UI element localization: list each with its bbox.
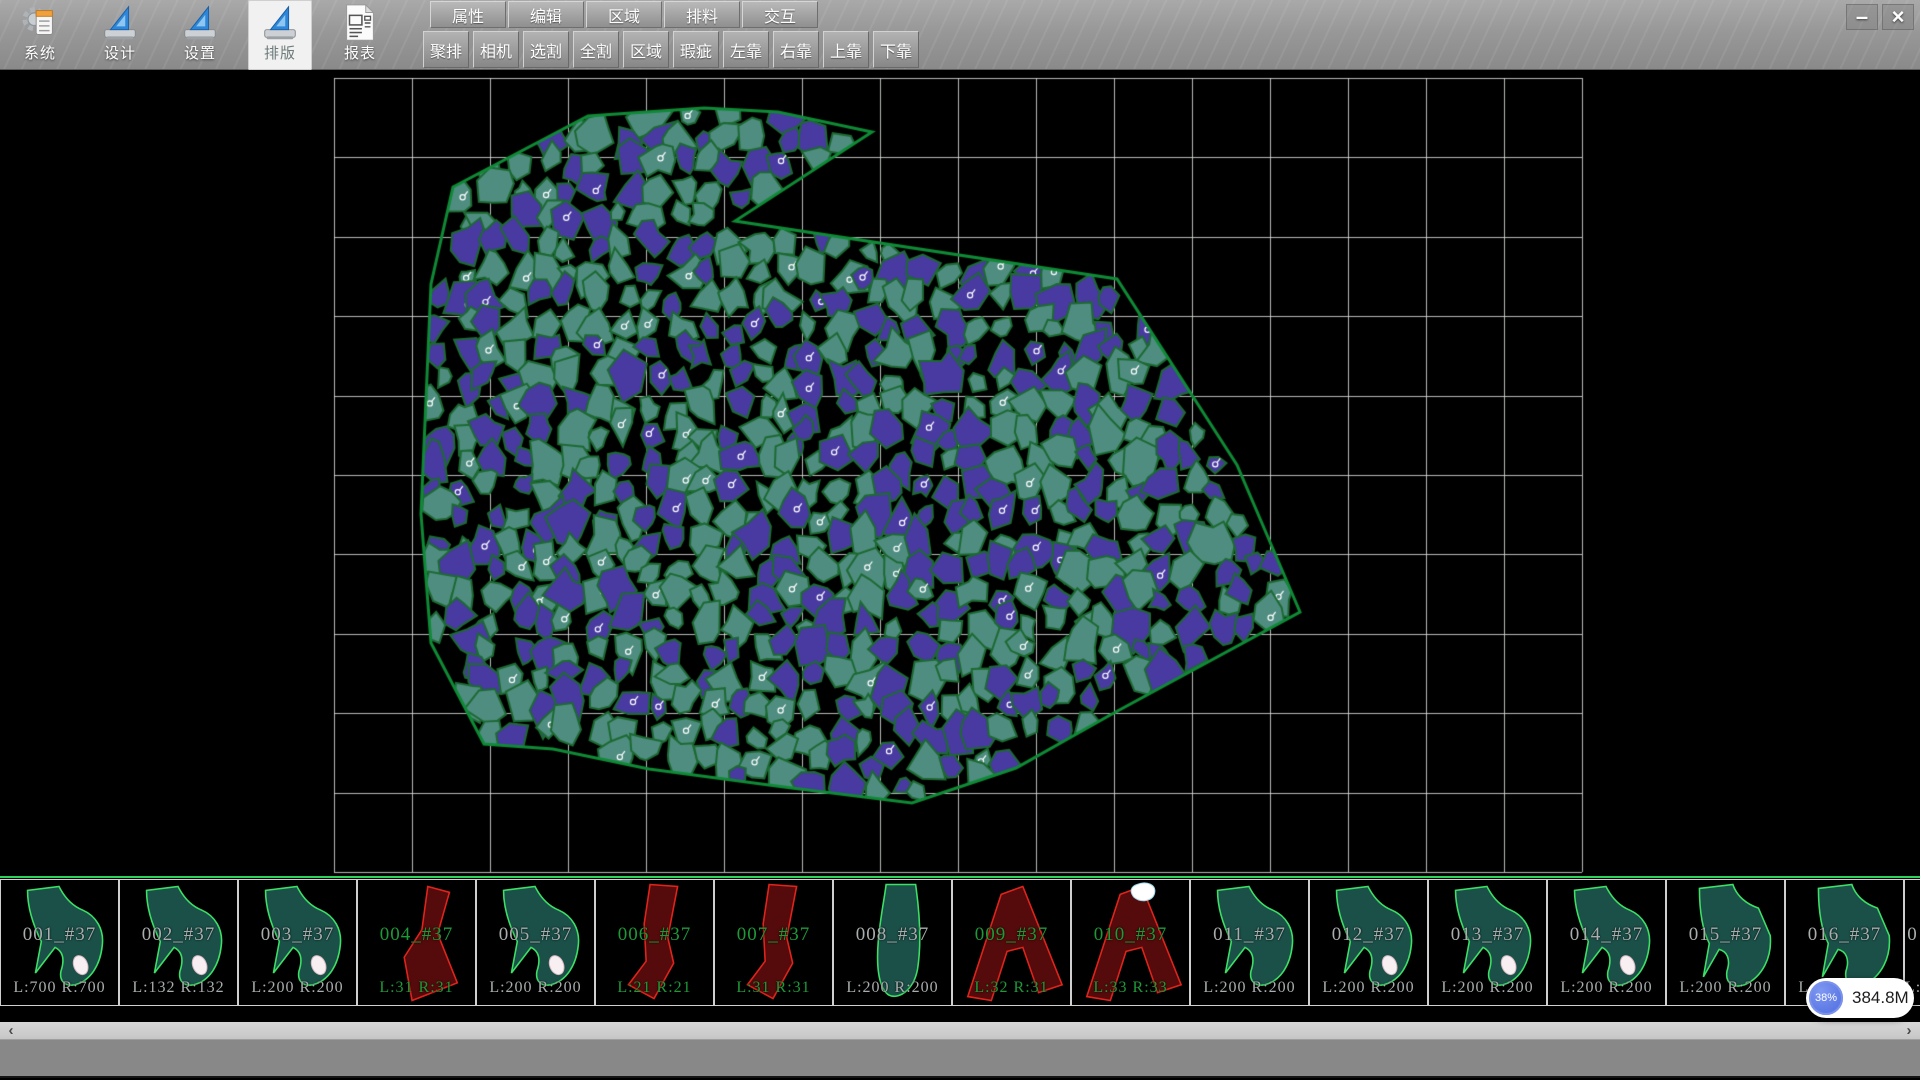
part-lr-label: L:32 R:31 bbox=[953, 979, 1070, 997]
memory-size-label: 384.8M bbox=[1852, 988, 1909, 1008]
part-lr-label: L:33 R:33 bbox=[1072, 979, 1189, 997]
main-tab-label: 报表 bbox=[344, 44, 376, 64]
memory-percent-indicator: 38% bbox=[1809, 981, 1843, 1015]
part-lr-label: L:200 R:200 bbox=[239, 979, 356, 997]
part-thumbnail-006_#37[interactable]: 006_#37 L:21 R:21 bbox=[595, 879, 714, 1006]
main-tabs: 系统 设计 设置 排版 报表 bbox=[8, 0, 408, 70]
main-tab-5[interactable]: 报表 bbox=[328, 0, 392, 70]
part-id-label: 009_#37 bbox=[953, 924, 1070, 946]
horizontal-scrollbar[interactable]: ‹ › bbox=[0, 1022, 1920, 1039]
part-lr-label: L:132 R:132 bbox=[120, 979, 237, 997]
tool-button-9[interactable]: 上靠 bbox=[823, 31, 869, 68]
tool-button-3[interactable]: 选割 bbox=[523, 31, 569, 68]
ruler-icon bbox=[259, 2, 301, 44]
part-lr-label: L:200 R:200 bbox=[1548, 979, 1665, 997]
part-id-label: 005_#37 bbox=[477, 924, 594, 946]
tool-button-2[interactable]: 相机 bbox=[473, 31, 519, 68]
main-tab-2[interactable]: 设计 bbox=[88, 0, 152, 70]
part-id-label: 013_#37 bbox=[1429, 924, 1546, 946]
part-thumbnail-013_#37[interactable]: 013_#37 L:200 R:200 bbox=[1428, 879, 1547, 1006]
close-button[interactable]: × bbox=[1882, 4, 1914, 30]
menu-item-4[interactable]: 排料 bbox=[664, 1, 740, 28]
part-id-label: 004_#37 bbox=[358, 924, 475, 946]
part-lr-label: L:200 R:200 bbox=[477, 979, 594, 997]
ruler-icon bbox=[179, 2, 221, 44]
part-lr-label: L:200 R:200 bbox=[1191, 979, 1308, 997]
part-thumbnail-004_#37[interactable]: 004_#37 L:31 R:31 bbox=[357, 879, 476, 1006]
part-lr-label: L:200 R:200 bbox=[1310, 979, 1427, 997]
tool-button-10[interactable]: 下靠 bbox=[873, 31, 919, 68]
gear-icon bbox=[19, 2, 61, 44]
part-id-label: 006_#37 bbox=[596, 924, 713, 946]
part-thumbnail-010_#37[interactable]: 010_#37 L:33 R:33 bbox=[1071, 879, 1190, 1006]
part-id-label: 011_#37 bbox=[1191, 924, 1308, 946]
report-icon bbox=[339, 2, 381, 44]
part-lr-label: L:700 R:700 bbox=[1, 979, 118, 997]
part-lr-label: L:200 R:200 bbox=[834, 979, 951, 997]
part-id-label: 003_#37 bbox=[239, 924, 356, 946]
nesting-canvas[interactable] bbox=[0, 70, 1920, 876]
tool-button-4[interactable]: 全割 bbox=[573, 31, 619, 68]
main-tab-label: 设计 bbox=[104, 44, 136, 64]
main-tab-4[interactable]: 排版 bbox=[248, 0, 312, 70]
part-lr-label: L:31 R:31 bbox=[358, 979, 475, 997]
tool-bar: 聚排相机选割全割区域瑕疵左靠右靠上靠下靠 bbox=[423, 31, 923, 68]
menu-item-3[interactable]: 区域 bbox=[586, 1, 662, 28]
tool-button-7[interactable]: 左靠 bbox=[723, 31, 769, 68]
minimize-button[interactable]: – bbox=[1846, 4, 1878, 30]
menu-bar: 属性编辑区域排料交互 bbox=[430, 1, 820, 29]
window-controls: – × bbox=[1846, 4, 1914, 30]
part-thumbnail-007_#37[interactable]: 007_#37 L:31 R:31 bbox=[714, 879, 833, 1006]
part-thumbnail-015_#37[interactable]: 015_#37 L:200 R:200 bbox=[1666, 879, 1785, 1006]
main-toolbar: 系统 设计 设置 排版 报表 属性编辑区域排料交互 聚排相机选割全割区域瑕疵左靠… bbox=[0, 0, 1920, 70]
tool-button-6[interactable]: 瑕疵 bbox=[673, 31, 719, 68]
menu-item-1[interactable]: 属性 bbox=[430, 1, 506, 28]
tool-button-8[interactable]: 右靠 bbox=[773, 31, 819, 68]
tool-button-5[interactable]: 区域 bbox=[623, 31, 669, 68]
main-tab-label: 系统 bbox=[24, 44, 56, 64]
status-bar bbox=[0, 1039, 1920, 1078]
part-thumbnail-002_#37[interactable]: 002_#37 L:132 R:132 bbox=[119, 879, 238, 1006]
application-window: { "window": { "minimize_label": "–", "cl… bbox=[0, 0, 1920, 1080]
parts-thumbnail-strip: 001_#37 L:700 R:700 002_#37 L:132 R:132 … bbox=[0, 876, 1920, 1022]
part-thumbnail-003_#37[interactable]: 003_#37 L:200 R:200 bbox=[238, 879, 357, 1006]
part-thumbnail-008_#37[interactable]: 008_#37 L:200 R:200 bbox=[833, 879, 952, 1006]
main-tab-label: 排版 bbox=[264, 44, 296, 64]
part-lr-label: L:200 R:200 bbox=[1667, 979, 1784, 997]
part-id-label: 002_#37 bbox=[120, 924, 237, 946]
part-id-label: 0 bbox=[1905, 924, 1920, 946]
part-id-label: 014_#37 bbox=[1548, 924, 1665, 946]
scroll-left-arrow-icon[interactable]: ‹ bbox=[0, 1022, 22, 1039]
part-thumbnail-014_#37[interactable]: 014_#37 L:200 R:200 bbox=[1547, 879, 1666, 1006]
part-lr-label: L:21 R:21 bbox=[596, 979, 713, 997]
part-id-label: 010_#37 bbox=[1072, 924, 1189, 946]
tool-button-1[interactable]: 聚排 bbox=[423, 31, 469, 68]
scroll-right-arrow-icon[interactable]: › bbox=[1898, 1022, 1920, 1039]
part-id-label: 015_#37 bbox=[1667, 924, 1784, 946]
part-lr-label: L:200 R:200 bbox=[1429, 979, 1546, 997]
part-thumbnail-005_#37[interactable]: 005_#37 L:200 R:200 bbox=[476, 879, 595, 1006]
part-lr-label: L:31 R:31 bbox=[715, 979, 832, 997]
menu-item-5[interactable]: 交互 bbox=[742, 1, 818, 28]
main-tab-label: 设置 bbox=[184, 44, 216, 64]
part-id-label: 012_#37 bbox=[1310, 924, 1427, 946]
part-thumbnail-001_#37[interactable]: 001_#37 L:700 R:700 bbox=[0, 879, 119, 1006]
main-tab-3[interactable]: 设置 bbox=[168, 0, 232, 70]
part-id-label: 007_#37 bbox=[715, 924, 832, 946]
part-id-label: 001_#37 bbox=[1, 924, 118, 946]
main-tab-1[interactable]: 系统 bbox=[8, 0, 72, 70]
menu-item-2[interactable]: 编辑 bbox=[508, 1, 584, 28]
part-thumbnail-012_#37[interactable]: 012_#37 L:200 R:200 bbox=[1309, 879, 1428, 1006]
part-thumbnail-009_#37[interactable]: 009_#37 L:32 R:31 bbox=[952, 879, 1071, 1006]
part-id-label: 016_#37 bbox=[1786, 924, 1903, 946]
memory-usage-badge: 38% 384.8M bbox=[1806, 978, 1914, 1018]
ruler-icon bbox=[99, 2, 141, 44]
part-id-label: 008_#37 bbox=[834, 924, 951, 946]
part-thumbnail-011_#37[interactable]: 011_#37 L:200 R:200 bbox=[1190, 879, 1309, 1006]
